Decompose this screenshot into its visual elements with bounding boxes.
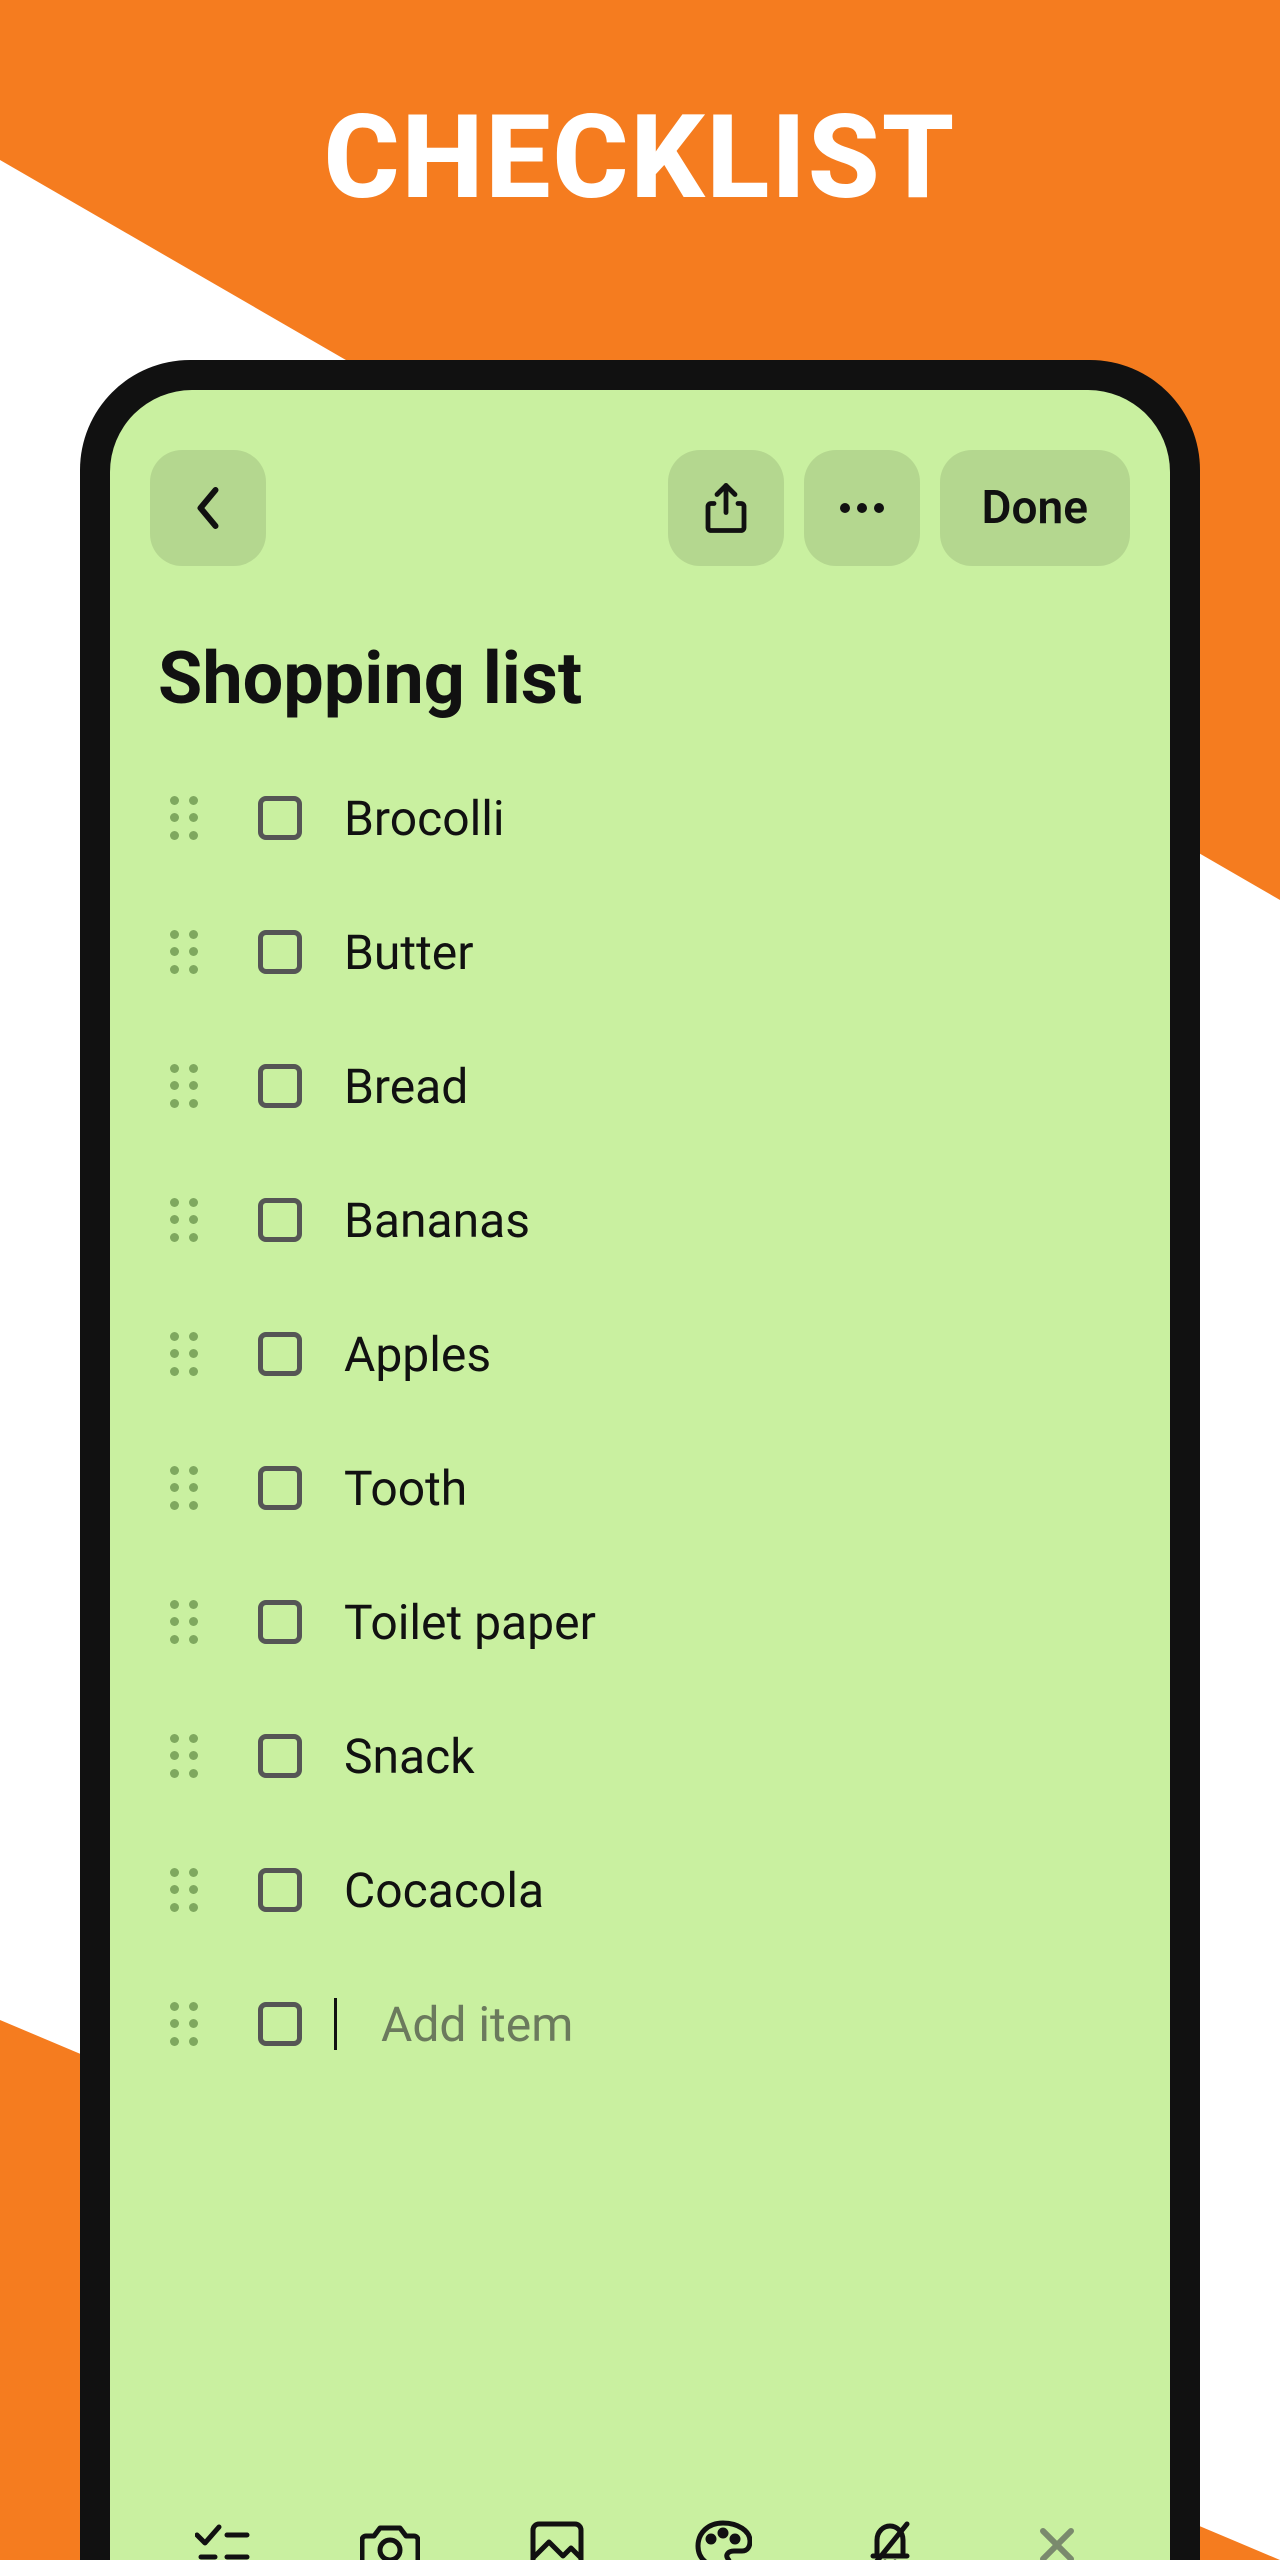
- close-icon: [1037, 2525, 1077, 2560]
- item-label[interactable]: Toilet paper: [344, 1594, 596, 1651]
- drag-handle-icon[interactable]: [170, 1332, 200, 1376]
- checklist-item: Bread: [170, 1019, 1130, 1153]
- promo-title: CHECKLIST: [0, 90, 1280, 226]
- text-cursor: [334, 1998, 337, 2050]
- app-header: Done: [110, 390, 1170, 566]
- checkbox[interactable]: [258, 2002, 302, 2046]
- checkbox[interactable]: [258, 1600, 302, 1644]
- checklist-item: Snack: [170, 1689, 1130, 1823]
- checkbox[interactable]: [258, 1332, 302, 1376]
- note-title[interactable]: Shopping list: [110, 566, 1170, 751]
- checklist-toggle-button[interactable]: [193, 2515, 253, 2560]
- drag-handle-icon[interactable]: [170, 2002, 200, 2046]
- close-button[interactable]: [1027, 2515, 1087, 2560]
- checkbox[interactable]: [258, 1466, 302, 1510]
- checklist-icon: [195, 2523, 251, 2560]
- image-button[interactable]: [527, 2515, 587, 2560]
- checklist-item: Toilet paper: [170, 1555, 1130, 1689]
- share-icon: [702, 482, 750, 534]
- item-label[interactable]: Brocolli: [344, 790, 505, 847]
- checklist-item: Butter: [170, 885, 1130, 1019]
- done-button[interactable]: Done: [940, 450, 1130, 566]
- done-label: Done: [982, 481, 1088, 535]
- item-label[interactable]: Cocacola: [344, 1862, 544, 1919]
- palette-button[interactable]: [693, 2515, 753, 2560]
- share-button[interactable]: [668, 450, 784, 566]
- checkbox[interactable]: [258, 796, 302, 840]
- checklist-item: Bananas: [170, 1153, 1130, 1287]
- checklist-item: Brocolli: [170, 751, 1130, 885]
- phone-frame: Done Shopping list Brocolli Butter Bread: [80, 360, 1200, 2560]
- drag-handle-icon[interactable]: [170, 1466, 200, 1510]
- item-label[interactable]: Tooth: [344, 1460, 467, 1517]
- drag-handle-icon[interactable]: [170, 796, 200, 840]
- checkbox[interactable]: [258, 1868, 302, 1912]
- checklist-item: Tooth: [170, 1421, 1130, 1555]
- drag-handle-icon[interactable]: [170, 930, 200, 974]
- drag-handle-icon[interactable]: [170, 1064, 200, 1108]
- checklist-item: Cocacola: [170, 1823, 1130, 1957]
- drag-handle-icon[interactable]: [170, 1734, 200, 1778]
- bottom-toolbar: [110, 2470, 1170, 2560]
- checkbox[interactable]: [258, 1064, 302, 1108]
- drag-handle-icon[interactable]: [170, 1198, 200, 1242]
- chevron-left-icon: [190, 484, 226, 532]
- item-label[interactable]: Apples: [344, 1326, 491, 1383]
- more-button[interactable]: [804, 450, 920, 566]
- drag-handle-icon[interactable]: [170, 1600, 200, 1644]
- item-label[interactable]: Snack: [344, 1728, 475, 1785]
- drag-handle-icon[interactable]: [170, 1868, 200, 1912]
- reminder-button[interactable]: [860, 2515, 920, 2560]
- bell-icon: [865, 2518, 915, 2560]
- checkbox[interactable]: [258, 1198, 302, 1242]
- item-label[interactable]: Bananas: [344, 1192, 530, 1249]
- add-item-input[interactable]: Add item: [381, 1996, 573, 2053]
- checkbox[interactable]: [258, 1734, 302, 1778]
- app-screen: Done Shopping list Brocolli Butter Bread: [110, 390, 1170, 2560]
- palette-icon: [694, 2519, 752, 2560]
- back-button[interactable]: [150, 450, 266, 566]
- item-label[interactable]: Bread: [344, 1058, 468, 1115]
- more-horizontal-icon: [837, 502, 887, 514]
- checklist-item: Apples: [170, 1287, 1130, 1421]
- checkbox[interactable]: [258, 930, 302, 974]
- add-item-row: Add item: [170, 1957, 1130, 2091]
- camera-icon: [360, 2520, 420, 2560]
- item-label[interactable]: Butter: [344, 924, 474, 981]
- image-icon: [529, 2520, 585, 2560]
- camera-button[interactable]: [360, 2515, 420, 2560]
- checklist: Brocolli Butter Bread Bananas Apples: [110, 751, 1170, 2091]
